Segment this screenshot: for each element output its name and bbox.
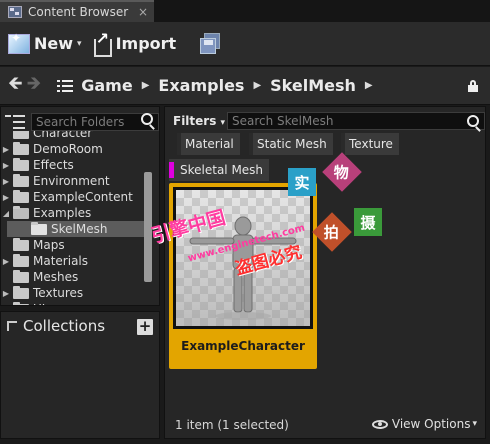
tab-content-browser[interactable]: Content Browser × xyxy=(0,0,154,22)
forward-arrow-icon[interactable]: 🡺 xyxy=(27,71,42,101)
add-collection-button[interactable]: + xyxy=(137,319,153,335)
chevron-right-icon[interactable]: ▶ xyxy=(253,80,261,91)
folder-search-row: Search Folders xyxy=(5,111,159,133)
chevron-down-icon: ▾ xyxy=(220,118,226,128)
tree-item-effects[interactable]: ▶ Effects xyxy=(1,157,153,173)
asset-search-input[interactable]: Search SkelMesh xyxy=(227,112,485,130)
folder-tree: Character ▶ DemoRoom ▶ Effects ▶ Environ… xyxy=(1,131,153,305)
tree-item-textures[interactable]: ▶ Textures xyxy=(1,285,153,301)
folder-icon xyxy=(13,189,29,203)
filter-row: Filters ▾ Search SkelMesh xyxy=(169,110,485,132)
folder-icon xyxy=(13,173,29,187)
folder-icon xyxy=(13,301,29,305)
tree-item-demoroom[interactable]: ▶ DemoRoom xyxy=(1,141,153,157)
folder-icon xyxy=(31,221,47,235)
save-all-icon[interactable] xyxy=(198,32,222,55)
folder-search-input[interactable]: Search Folders xyxy=(31,113,159,131)
import-icon xyxy=(92,29,112,57)
search-icon[interactable] xyxy=(141,113,153,125)
watermark-box: 摄 xyxy=(354,208,382,236)
new-asset-icon xyxy=(8,31,30,54)
new-button-label: New xyxy=(34,34,74,53)
chevron-right-icon[interactable]: ▶ xyxy=(365,80,373,91)
watermark-box: 实 xyxy=(288,168,316,196)
chevron-right-icon[interactable]: ▶ xyxy=(1,193,11,202)
chevron-right-icon[interactable]: ▶ xyxy=(1,177,11,186)
tree-item-examples[interactable]: ◢ Examples xyxy=(1,205,153,221)
new-button[interactable]: New ▾ xyxy=(8,30,82,58)
search-icon[interactable] xyxy=(467,115,479,127)
toolbar: New ▾ Import xyxy=(0,22,490,66)
chevron-right-icon[interactable]: ▶ xyxy=(1,257,11,266)
import-button-label: Import xyxy=(115,34,177,53)
folder-icon xyxy=(13,237,29,251)
sources-toggle-icon[interactable] xyxy=(57,79,74,92)
folder-icon xyxy=(13,131,29,139)
skeletal-mesh-swatch xyxy=(169,162,174,178)
breadcrumb-game[interactable]: Game xyxy=(81,76,132,95)
chevron-down-icon: ▾ xyxy=(77,38,82,49)
chevron-down-icon[interactable]: ◢ xyxy=(1,209,11,218)
folder-open-icon xyxy=(13,205,29,219)
folder-icon xyxy=(13,157,29,171)
tree-item-maps[interactable]: Maps xyxy=(1,237,153,253)
import-button[interactable]: Import xyxy=(92,29,177,58)
filter-chip-texture[interactable]: Texture xyxy=(341,133,399,155)
close-icon[interactable]: × xyxy=(138,5,148,19)
tree-item-character[interactable]: Character xyxy=(1,131,153,141)
content-browser-icon xyxy=(8,6,22,18)
view-options-button[interactable]: View Options ▾ xyxy=(371,417,477,431)
chevron-right-icon[interactable]: ▶ xyxy=(1,145,11,154)
breadcrumb-examples[interactable]: Examples xyxy=(158,76,244,95)
chevron-right-icon[interactable]: ▶ xyxy=(1,161,11,170)
collections-title: Collections xyxy=(23,317,106,335)
back-arrow-icon[interactable]: 🡸 xyxy=(8,71,23,101)
chevron-right-icon[interactable]: ▶ xyxy=(1,289,11,298)
filters-label: Filters xyxy=(173,114,217,128)
tab-bar: Content Browser × xyxy=(0,0,490,22)
asset-view: Filters ▾ Search SkelMesh Material Stati… xyxy=(164,106,486,439)
tree-item-environment[interactable]: ▶ Environment xyxy=(1,173,153,189)
collapse-sources-icon[interactable] xyxy=(5,113,27,131)
status-text: 1 item (1 selected) xyxy=(175,418,289,432)
tab-label: Content Browser xyxy=(28,5,129,19)
collections-header[interactable]: Collections xyxy=(7,317,105,335)
filter-chip-static-mesh[interactable]: Static Mesh xyxy=(249,133,333,155)
collapse-icon[interactable] xyxy=(7,321,17,331)
breadcrumb-skelmesh[interactable]: SkelMesh xyxy=(270,76,356,95)
lock-icon[interactable] xyxy=(468,80,478,92)
chevron-right-icon[interactable]: ▶ xyxy=(142,80,150,91)
tree-item-ui[interactable]: UI xyxy=(1,301,153,305)
filter-chip-skeletal-mesh[interactable]: Skeletal Mesh xyxy=(169,159,270,181)
eye-icon xyxy=(371,419,388,429)
folder-icon xyxy=(13,141,29,155)
folder-icon xyxy=(13,269,29,283)
collections-panel: Collections + xyxy=(0,311,160,439)
folder-icon xyxy=(13,285,29,299)
filters-button[interactable]: Filters ▾ xyxy=(169,114,229,128)
sources-panel: Search Folders Character ▶ DemoRoom ▶ Ef… xyxy=(0,106,160,306)
tree-item-meshes[interactable]: Meshes xyxy=(1,269,153,285)
path-bar: 🡸 🡺 Game ▶ Examples ▶ SkelMesh ▶ xyxy=(0,67,490,105)
tree-item-materials[interactable]: ▶ Materials xyxy=(1,253,153,269)
asset-name: ExampleCharacter xyxy=(181,339,305,353)
folder-icon xyxy=(13,253,29,267)
filter-chip-material[interactable]: Material xyxy=(177,133,240,155)
tree-item-skelmesh[interactable]: SkelMesh xyxy=(7,221,147,237)
chevron-down-icon: ▾ xyxy=(472,419,477,429)
tree-item-examplecontent[interactable]: ▶ ExampleContent xyxy=(1,189,153,205)
